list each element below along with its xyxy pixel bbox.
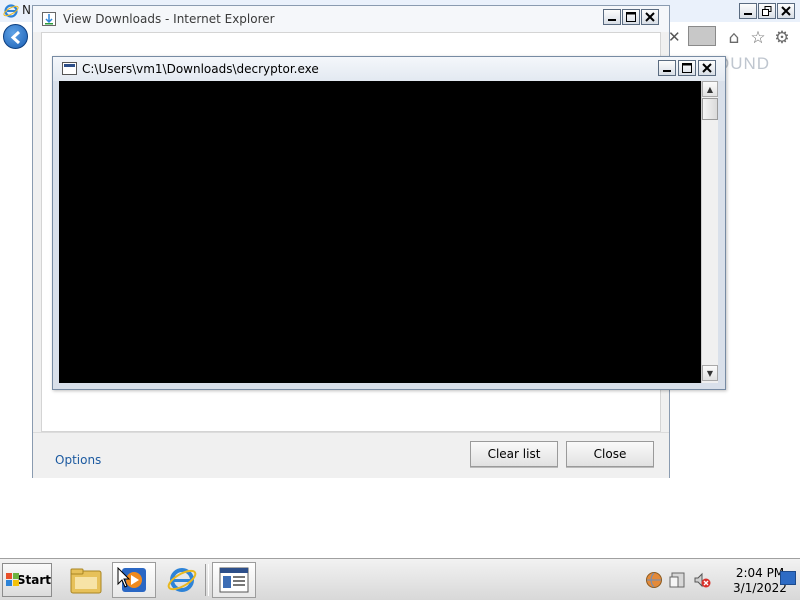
console-scrollbar[interactable]: ▲ ▼ (701, 81, 718, 383)
minimize-icon (663, 70, 671, 72)
maximize-icon (682, 63, 692, 73)
minimize-icon (608, 19, 616, 21)
taskbar-internet-explorer[interactable] (160, 562, 204, 598)
system-tray: 2:04 PM 3/1/2022 (640, 563, 800, 597)
close-dialog-button[interactable]: Close (566, 441, 654, 467)
start-label: Start (16, 573, 51, 587)
start-button[interactable]: Start (2, 563, 52, 597)
downloads-titlebar: View Downloads - Internet Explorer (33, 6, 669, 32)
options-link[interactable]: Options (55, 453, 101, 467)
scrollbar-thumb[interactable] (702, 98, 718, 120)
clear-list-button[interactable]: Clear list (470, 441, 558, 467)
console-maximize-button[interactable] (678, 60, 696, 76)
taskbar-separator (205, 564, 209, 596)
downloads-close-button[interactable] (641, 9, 659, 25)
restore-button[interactable] (758, 3, 776, 19)
show-desktop-button[interactable] (780, 571, 796, 585)
downloads-footer: Options Clear list Close (33, 432, 669, 478)
console-titlebar: C:\Users\vm1\Downloads\decryptor.exe (53, 57, 725, 81)
taskbar-console-app[interactable] (212, 562, 256, 598)
internet-explorer-icon (167, 568, 197, 592)
close-button[interactable] (777, 3, 795, 19)
settings-gear-icon[interactable]: ⚙ (772, 28, 792, 48)
restore-icon (762, 6, 772, 16)
downloads-title: View Downloads - Internet Explorer (63, 12, 275, 26)
back-arrow-icon (10, 30, 21, 45)
taskbar-file-explorer[interactable] (64, 562, 108, 598)
maximize-icon (626, 12, 636, 22)
console-app-icon (219, 567, 249, 593)
internet-explorer-icon (3, 4, 19, 18)
back-button[interactable] (3, 24, 28, 49)
minimize-icon (744, 13, 752, 15)
downloads-minimize-button[interactable] (603, 9, 621, 25)
console-close-button[interactable] (698, 60, 716, 76)
new-tab-button[interactable] (688, 26, 716, 46)
volume-muted-icon[interactable] (693, 571, 711, 589)
downloads-maximize-button[interactable] (622, 9, 640, 25)
minimize-button[interactable] (739, 3, 757, 19)
close-icon (702, 63, 712, 73)
favorites-star-icon[interactable]: ☆ (748, 28, 768, 48)
close-icon (645, 12, 655, 22)
background-browser-title: N (22, 3, 31, 17)
mouse-pointer-icon (117, 567, 131, 588)
windows-flag-icon (6, 573, 19, 587)
console-window: C:\Users\vm1\Downloads\decryptor.exe ▲ ▼ (52, 56, 726, 390)
network-globe-icon[interactable] (645, 571, 663, 589)
console-output[interactable] (59, 81, 701, 383)
console-minimize-button[interactable] (658, 60, 676, 76)
file-explorer-icon (70, 568, 102, 594)
home-icon[interactable]: ⌂ (724, 28, 744, 48)
close-icon (781, 6, 791, 16)
console-title: C:\Users\vm1\Downloads\decryptor.exe (82, 62, 319, 76)
downloads-icon (42, 12, 56, 26)
action-center-icon[interactable] (669, 571, 687, 589)
browser-toolbar-icons: ⌂ ☆ ⚙ (724, 28, 792, 48)
taskbar: Start 2:04 PM 3/1/2022 (0, 558, 800, 600)
console-icon (62, 62, 77, 75)
scroll-up-arrow-icon[interactable]: ▲ (702, 81, 718, 97)
scroll-down-arrow-icon[interactable]: ▼ (702, 365, 718, 381)
